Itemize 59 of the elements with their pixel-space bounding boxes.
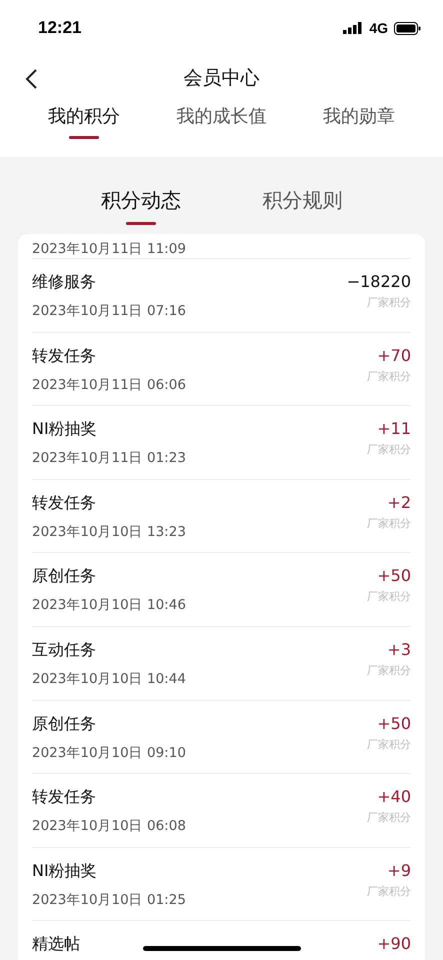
record-title: 原创任务: [32, 566, 97, 588]
record-date: 2023年10月10日 06:08: [32, 817, 186, 836]
record-date: 2023年10月10日 10:44: [32, 670, 186, 688]
record-row[interactable]: 互动任务 2023年10月10日 10:44 +3 厂家积分: [32, 626, 411, 701]
record-title: 转发任务: [32, 787, 97, 808]
record-amount: +11: [377, 419, 411, 438]
record-amount: +50: [377, 714, 411, 733]
record-row[interactable]: NI粉抽奖 2023年10月10日 01:25 +9 厂家积分: [32, 848, 411, 922]
record-amount: +70: [377, 346, 411, 365]
tab[interactable]: 我的成长值: [176, 104, 266, 128]
record-row[interactable]: 维修服务 2023年10月11日 07:16 −18220 厂家积分: [32, 259, 411, 333]
record-row[interactable]: 转发任务 2023年10月10日 13:23 +2 厂家积分: [32, 480, 411, 554]
record-source: 厂家积分: [367, 884, 411, 899]
record-title: 原创任务: [32, 714, 97, 735]
record-title: 维修服务: [32, 272, 97, 293]
network-label: 4G: [369, 20, 388, 36]
record-date: 2023年10月10日 10:46: [32, 596, 186, 614]
battery-icon: [394, 22, 421, 34]
status-time: 12:21: [38, 18, 82, 38]
record-source: 厂家积分: [367, 295, 411, 310]
record-source: 厂家积分: [367, 736, 411, 752]
record-source: 厂家积分: [367, 662, 411, 678]
record-amount: +90: [377, 934, 411, 954]
record-amount: +50: [377, 566, 411, 586]
record-date: 2023年10月10日 13:23: [32, 522, 186, 541]
record-source: 厂家积分: [367, 442, 411, 458]
record-amount: +9: [387, 860, 411, 880]
back-icon[interactable]: [24, 68, 38, 90]
record-date: 2023年10月11日 01:23: [32, 449, 186, 468]
record-title: 转发任务: [32, 492, 97, 514]
record-amount: −18220: [346, 272, 411, 291]
sub-tab[interactable]: 积分动态: [100, 187, 181, 214]
record-amount: +40: [377, 787, 411, 806]
record-date: 2023年10月10日 01:25: [32, 890, 186, 909]
record-row[interactable]: 原创任务 2023年10月10日 09:10 +50 厂家积分: [32, 700, 411, 774]
record-row[interactable]: 转发任务 2023年10月10日 06:08 +40 厂家积分: [32, 774, 411, 848]
signal-icon: [343, 22, 364, 34]
record-date: 2023年10月11日 11:09: [32, 240, 186, 258]
sub-tab[interactable]: 积分规则: [262, 187, 342, 214]
record-row[interactable]: NI粉抽奖 2023年10月11日 01:23 +11 厂家积分: [32, 406, 411, 480]
record-row[interactable]: 转发任务 2023年10月11日 06:06 +70 厂家积分: [32, 332, 411, 406]
record-title: 互动任务: [32, 640, 97, 661]
record-title: NI粉抽奖: [32, 419, 98, 440]
tab[interactable]: 我的勋章: [322, 104, 395, 128]
record-date: 2023年10月11日 06:06: [32, 376, 186, 394]
record-source: 厂家积分: [367, 516, 411, 531]
record-source: 厂家积分: [367, 810, 411, 826]
record-amount: +3: [387, 640, 411, 659]
record-title: 转发任务: [32, 346, 97, 367]
page-title: 会员中心: [184, 66, 260, 91]
record-title: 精选帖: [32, 934, 80, 956]
record-source: 厂家积分: [367, 589, 411, 604]
record-amount: +2: [387, 492, 411, 512]
record-date: 2023年10月11日 07:16: [32, 302, 186, 320]
record-row[interactable]: 原创任务 2023年10月10日 10:46 +50 厂家积分: [32, 553, 411, 627]
record-source: 厂家积分: [367, 368, 411, 384]
record-date: 2023年10月10日 09:10: [32, 744, 186, 762]
record-title: NI粉抽奖: [32, 860, 98, 882]
tab[interactable]: 我的积分: [48, 104, 120, 128]
